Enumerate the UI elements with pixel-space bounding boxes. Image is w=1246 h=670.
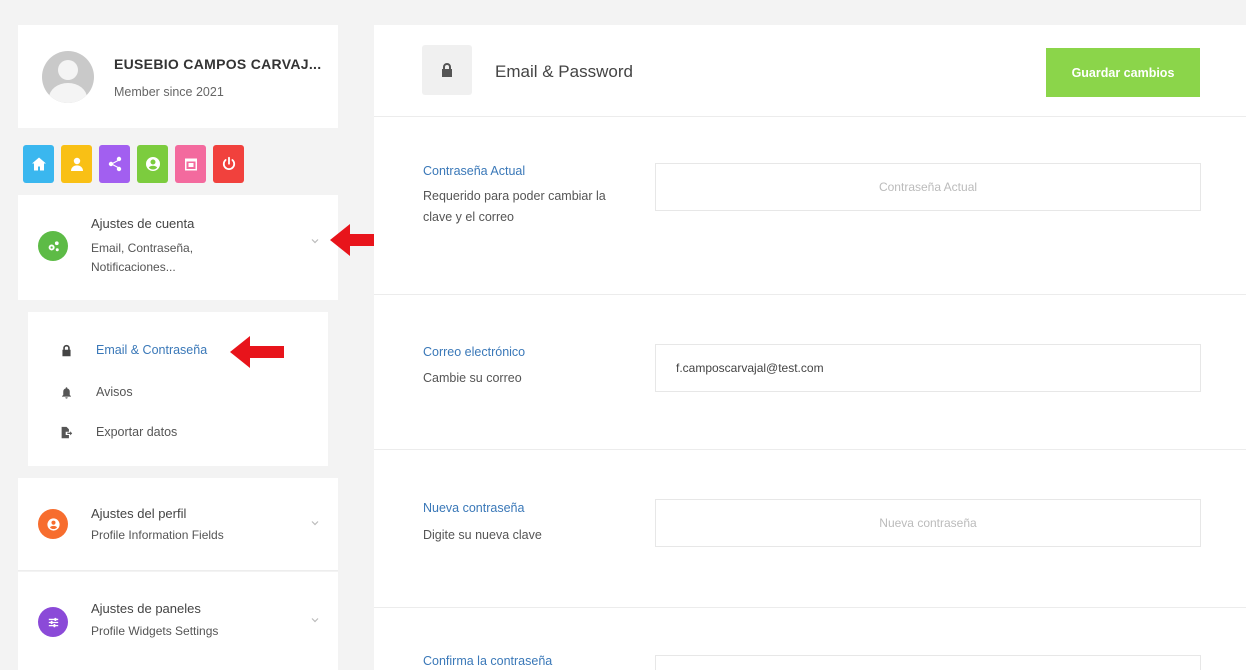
main-panel: Email & Password Guardar cambios Contras… (374, 25, 1246, 670)
submenu-item-label: Email & Contraseña (96, 343, 208, 357)
field-label: Confirma la contraseña (423, 654, 553, 668)
logout-button[interactable] (213, 145, 244, 183)
gears-icon (38, 231, 68, 261)
current-password-input[interactable] (655, 163, 1201, 211)
new-password-input[interactable] (655, 499, 1201, 547)
share-icon (108, 156, 121, 172)
account-button[interactable] (137, 145, 168, 183)
quick-links (23, 145, 244, 183)
account-settings-section[interactable]: Ajustes de cuenta Email, Contraseña, Not… (18, 195, 338, 300)
chevron-down-icon[interactable] (309, 235, 321, 247)
field-label: Correo electrónico (423, 345, 526, 359)
submenu-item-label: Exportar datos (96, 425, 178, 439)
lock-icon-box (422, 45, 472, 95)
account-circle-icon (145, 157, 160, 171)
submenu-item-avisos[interactable]: Avisos (60, 385, 133, 399)
save-button[interactable]: Guardar cambios (1046, 48, 1200, 97)
form-row-current-password: Contraseña Actual Requerido para poder c… (374, 117, 1246, 295)
profile-settings-section[interactable]: Ajustes del perfil Profile Information F… (18, 478, 338, 571)
email-input[interactable] (655, 344, 1201, 392)
form-row-email: Correo electrónico Cambie su correo (374, 295, 1246, 450)
field-label: Nueva contraseña (423, 501, 525, 515)
sliders-icon (38, 607, 68, 637)
lock-icon (62, 344, 71, 356)
submenu-item-email-password[interactable]: Email & Contraseña (60, 343, 207, 357)
user-card: EUSEBIO CAMPOS CARVAJ... Member since 20… (18, 25, 338, 128)
profile-button[interactable] (61, 145, 92, 183)
panels-settings-section[interactable]: Ajustes de paneles Profile Widgets Setti… (18, 572, 338, 670)
member-since: Member since 2021 (114, 85, 224, 99)
submenu-item-export[interactable]: Exportar datos (60, 425, 177, 439)
avatar[interactable] (42, 51, 94, 103)
section-title: Ajustes de cuenta (91, 216, 195, 231)
field-description: Cambie su correo (423, 371, 522, 385)
section-title: Ajustes de paneles (91, 601, 201, 616)
calendar-icon (184, 158, 197, 171)
section-subtitle: Profile Widgets Settings (91, 624, 219, 638)
share-button[interactable] (99, 145, 130, 183)
submenu-item-label: Avisos (96, 385, 133, 399)
field-label: Contraseña Actual (423, 164, 526, 178)
chevron-down-icon[interactable] (309, 614, 321, 626)
power-icon (222, 156, 235, 171)
annotation-arrow (230, 336, 284, 368)
field-description: Digite su nueva clave (423, 528, 542, 542)
section-title: Ajustes del perfil (91, 506, 187, 521)
profile-circle-icon (38, 509, 68, 539)
export-file-icon (61, 426, 73, 438)
lock-icon (442, 63, 452, 77)
confirm-password-input[interactable] (655, 655, 1201, 670)
chevron-down-icon[interactable] (309, 517, 321, 529)
form-row-confirm-password: Confirma la contraseña (374, 608, 1246, 670)
panel-header: Email & Password Guardar cambios (374, 25, 1246, 117)
page-title: Email & Password (495, 62, 633, 81)
home-icon (31, 157, 46, 171)
user-name: EUSEBIO CAMPOS CARVAJ... (114, 56, 322, 72)
bell-icon (62, 386, 71, 399)
section-subtitle: Profile Information Fields (91, 528, 224, 542)
calendar-button[interactable] (175, 145, 206, 183)
home-button[interactable] (23, 145, 54, 183)
field-description: Requerido para poder cambiar la clave y … (423, 189, 606, 224)
section-subtitle: Email, Contraseña, Notificaciones... (91, 241, 194, 274)
form-row-new-password: Nueva contraseña Digite su nueva clave (374, 450, 1246, 608)
user-icon (70, 157, 83, 171)
